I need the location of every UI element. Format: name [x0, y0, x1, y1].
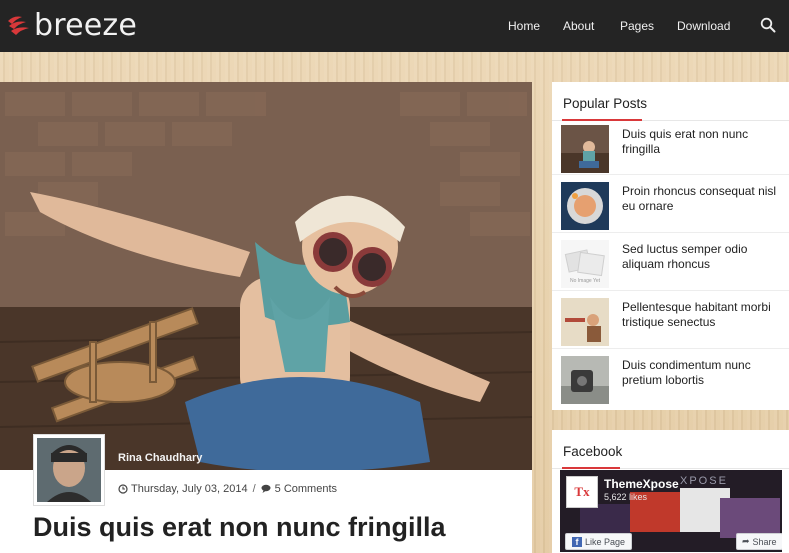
- popular-post-thumbnail[interactable]: [561, 182, 609, 230]
- popular-post-thumbnail[interactable]: [561, 356, 609, 404]
- widget-title-accent: [562, 119, 642, 121]
- meta-separator: /: [252, 483, 256, 495]
- search-icon[interactable]: [760, 17, 776, 33]
- popular-post-title[interactable]: Sed luctus semper odio aliquam rhoncus: [622, 242, 782, 272]
- facebook-likes-count: 5,622 likes: [604, 492, 648, 502]
- post-meta: Thursday, July 03, 2014 / 5 Comments: [118, 483, 337, 495]
- site-header: breeze Home About Pages Download: [0, 0, 789, 52]
- featured-post-image[interactable]: [0, 82, 532, 470]
- popular-post-title[interactable]: Pellentesque habitant morbi tristique se…: [622, 300, 782, 330]
- share-label: Share: [752, 536, 777, 547]
- post-date: Thursday, July 03, 2014: [131, 483, 248, 495]
- facebook-logo-text: Tx: [574, 484, 590, 499]
- post-title[interactable]: Duis quis erat non nunc fringilla: [33, 512, 446, 543]
- list-divider: [552, 174, 789, 175]
- cover-banner-text: XPOSE: [680, 475, 728, 487]
- popular-post-item[interactable]: No Image Yet Sed luctus semper odio aliq…: [561, 240, 781, 292]
- facebook-share-button[interactable]: ➦ Share: [736, 533, 782, 550]
- hero-illustration: [0, 82, 532, 470]
- popular-post-thumbnail[interactable]: No Image Yet: [561, 240, 609, 288]
- facebook-page-plugin[interactable]: XPOSE Tx ThemeXpose 5,622 likes f Like P…: [560, 470, 782, 552]
- popular-post-item[interactable]: Proin rhoncus consequat nisl eu ornare: [561, 182, 781, 234]
- list-divider: [552, 290, 789, 291]
- breeze-logo-icon: [8, 16, 29, 35]
- popular-post-item[interactable]: Pellentesque habitant morbi tristique se…: [561, 298, 781, 350]
- nav-item-home[interactable]: Home: [508, 19, 540, 33]
- share-icon: ➦: [742, 536, 750, 546]
- popular-post-thumbnail[interactable]: [561, 298, 609, 346]
- nav-item-download[interactable]: Download: [677, 19, 730, 33]
- facebook-page-logo[interactable]: Tx: [566, 476, 598, 508]
- popular-post-title[interactable]: Duis condimentum nunc pretium lobortis: [622, 358, 782, 388]
- nav-item-about[interactable]: About: [563, 19, 594, 33]
- popular-post-item[interactable]: Duis condimentum nunc pretium lobortis: [561, 356, 781, 408]
- popular-post-title[interactable]: Proin rhoncus consequat nisl eu ornare: [622, 184, 782, 214]
- site-logo[interactable]: breeze: [6, 8, 137, 43]
- facebook-page-name[interactable]: ThemeXpose: [604, 477, 679, 491]
- list-divider: [552, 232, 789, 233]
- popular-post-thumbnail[interactable]: [561, 125, 609, 173]
- comments-icon: [261, 484, 271, 493]
- no-image-label: No Image Yet: [570, 278, 601, 284]
- featured-post-card: Rina Chaudhary Thursday, July 03, 2014 /…: [0, 82, 532, 553]
- list-divider: [552, 348, 789, 349]
- logo-text: breeze: [34, 8, 138, 43]
- facebook-widget: Facebook XPOSE Tx ThemeXpose 5,622 likes…: [552, 430, 789, 553]
- like-page-label: Like Page: [585, 536, 626, 547]
- author-photo-image: [37, 438, 101, 502]
- post-comments-link[interactable]: 5 Comments: [275, 483, 337, 495]
- author-avatar[interactable]: [33, 434, 105, 506]
- author-name[interactable]: Rina Chaudhary: [118, 452, 202, 464]
- facebook-f-icon: f: [572, 536, 582, 547]
- facebook-like-page-button[interactable]: f Like Page: [565, 533, 633, 550]
- nav-item-pages[interactable]: Pages: [620, 19, 654, 33]
- popular-post-title[interactable]: Duis quis erat non nunc fringilla: [622, 127, 782, 157]
- widget-title-accent: [562, 467, 620, 469]
- widget-title-rule: [552, 119, 789, 121]
- clock-icon: [118, 484, 128, 494]
- popular-posts-title: Popular Posts: [563, 96, 648, 111]
- popular-posts-widget: Popular Posts Duis quis erat non nunc fr…: [552, 82, 789, 410]
- popular-post-item[interactable]: Duis quis erat non nunc fringilla: [561, 125, 781, 177]
- widget-title-rule: [552, 467, 789, 469]
- facebook-widget-title: Facebook: [563, 444, 623, 459]
